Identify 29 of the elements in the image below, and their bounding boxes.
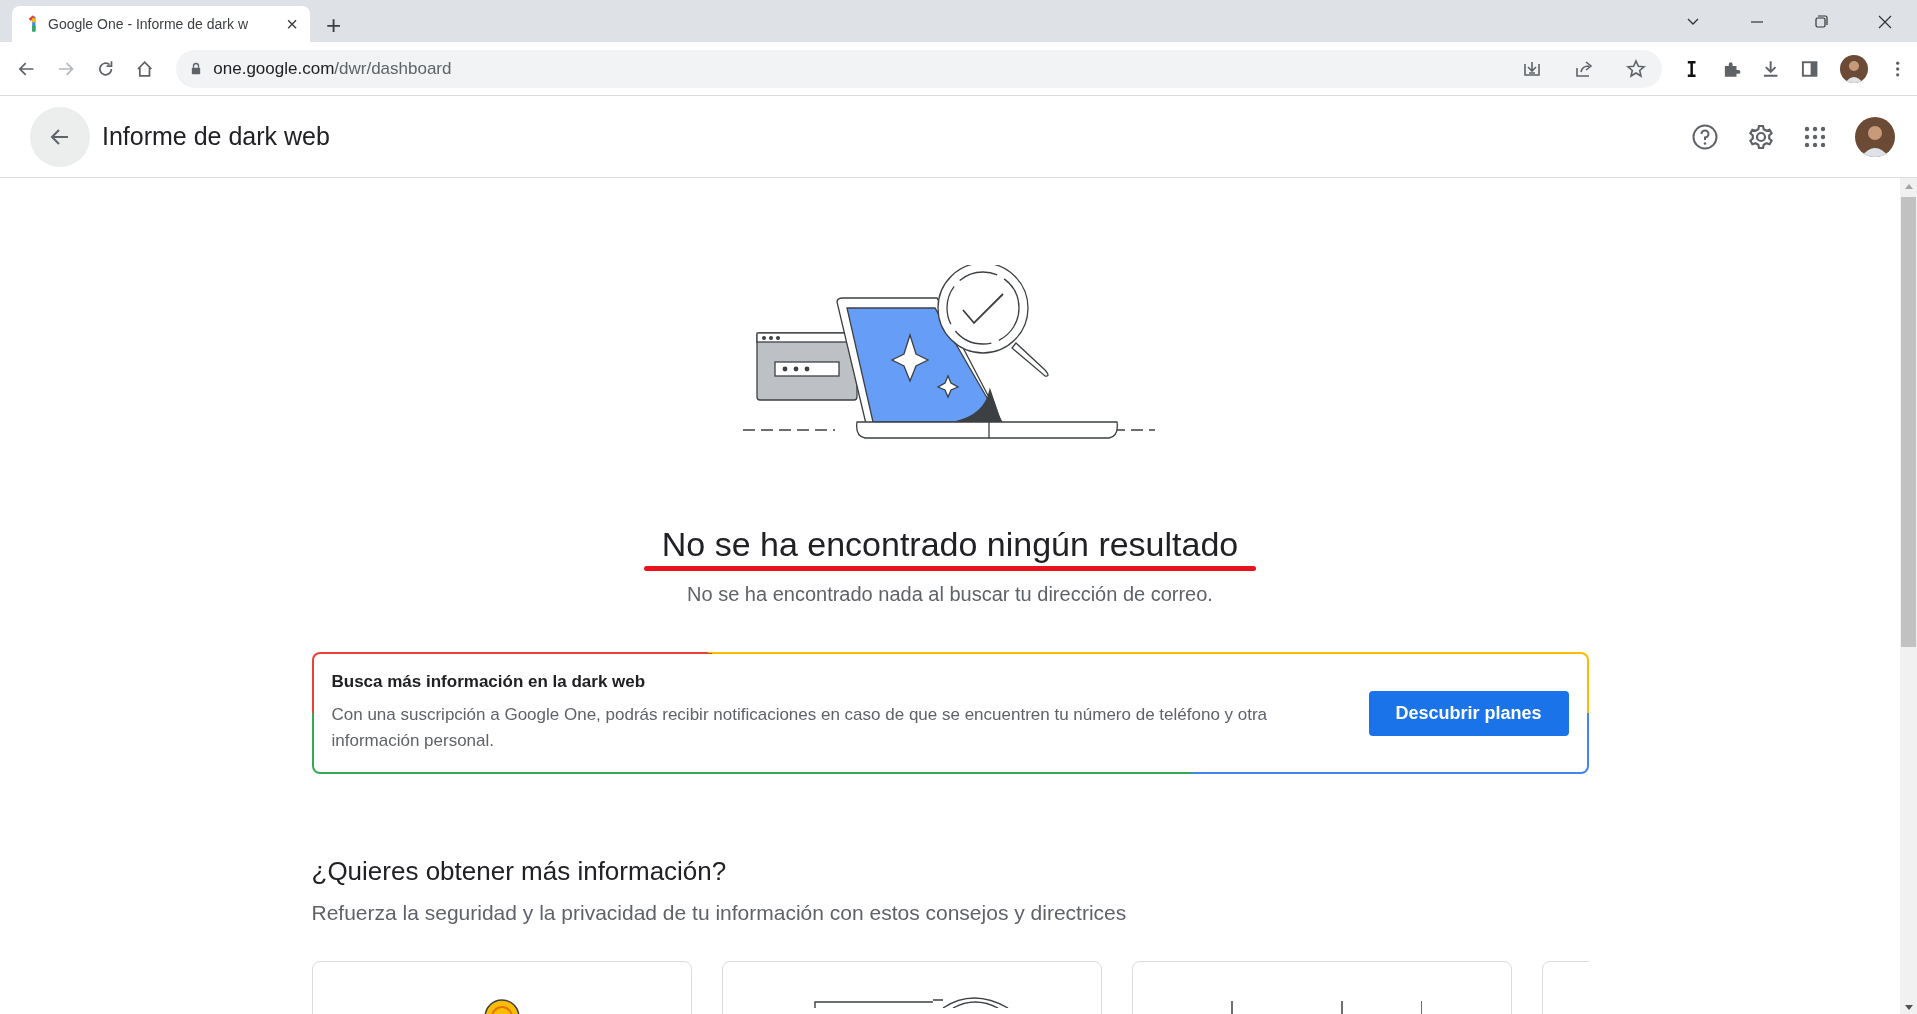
- address-bar[interactable]: one.google.com/dwr/dashboard: [176, 49, 1663, 88]
- result-subtitle: No se ha encontrado nada al buscar tu dirección de correo.: [687, 583, 1213, 606]
- section-title: ¿Quieres obtener más información?: [311, 856, 727, 887]
- profile-avatar[interactable]: [1839, 54, 1868, 83]
- lock-icon: [191, 62, 202, 75]
- result-title: No se ha encontrado ningún resultado: [661, 525, 1239, 564]
- app-logo-icon: [28, 15, 38, 33]
- url-text: one.google.com/dwr/dashboard: [213, 58, 452, 79]
- restore-icon[interactable]: [1813, 14, 1829, 30]
- star-icon[interactable]: [1626, 58, 1647, 79]
- scrollbar[interactable]: [1900, 178, 1917, 1014]
- account-avatar[interactable]: [1855, 116, 1895, 157]
- tab-title: Google One - Informe de dark w: [48, 16, 249, 32]
- promo-text: Con una suscripción a Google One, podrás recibir notificaciones en caso de que se encuentren tu número de teléfono y otra información personal.: [331, 704, 1269, 752]
- apps-icon[interactable]: [1803, 124, 1827, 149]
- close-tab-button[interactable]: ×: [286, 14, 298, 34]
- settings-icon[interactable]: [1747, 122, 1775, 151]
- promo-title: Busca más información en la dark web: [331, 672, 647, 692]
- page-title: Informe de dark web: [102, 122, 330, 151]
- home-icon[interactable]: [135, 58, 155, 79]
- discover-plans-button[interactable]: Descubrir planes: [1368, 690, 1569, 736]
- share-icon[interactable]: [1574, 58, 1595, 79]
- section-subtitle: Refuerza la seguridad y la privacidad de tu información con estos consejos y directrices: [311, 901, 1127, 925]
- scroll-down-icon[interactable]: [1904, 1005, 1913, 1010]
- side-panel-icon[interactable]: [1800, 58, 1820, 79]
- close-icon[interactable]: [1877, 14, 1893, 30]
- help-icon[interactable]: [1691, 122, 1719, 151]
- browser-tab[interactable]: Google One - Informe de dark w ×: [12, 6, 310, 42]
- new-tab-button[interactable]: +: [326, 12, 342, 38]
